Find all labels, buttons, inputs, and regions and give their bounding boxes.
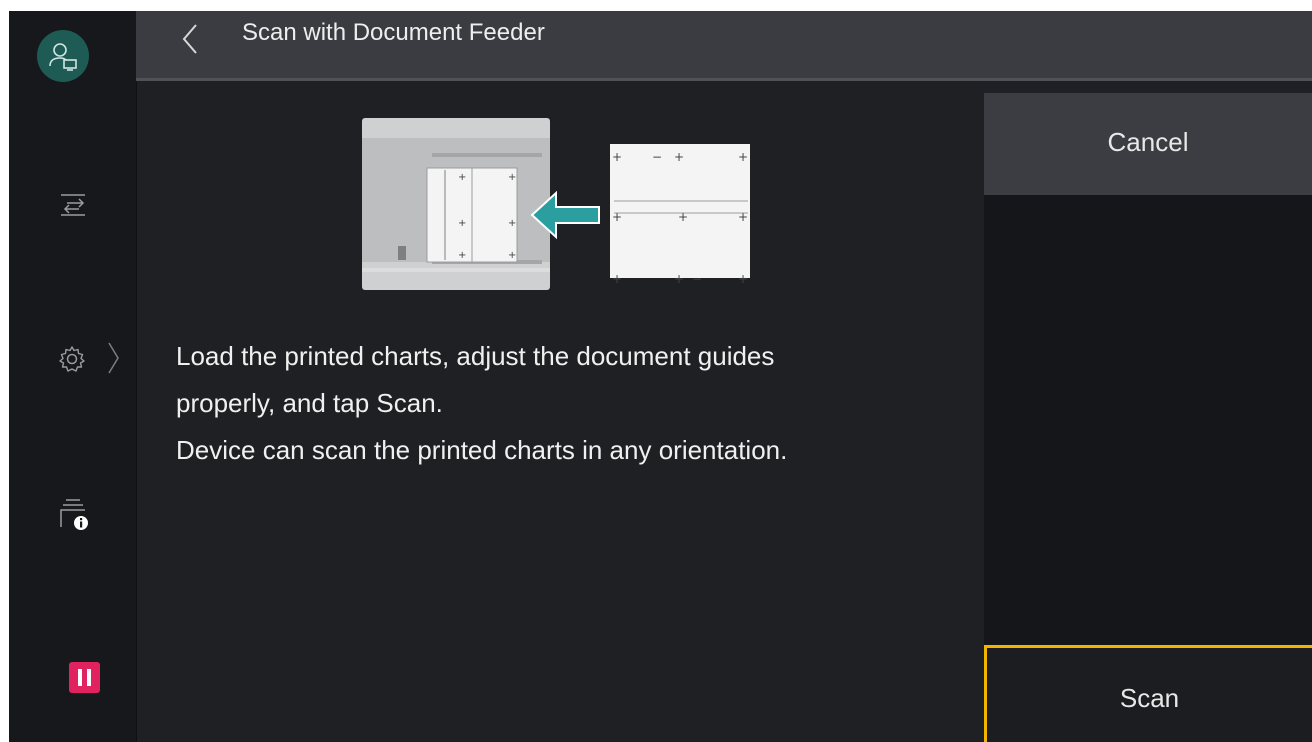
svg-text:+: + [458, 172, 466, 183]
svg-text:−: − [652, 150, 662, 164]
svg-text:+: + [458, 250, 466, 261]
device-screen: Scan with Document Feeder + + + + + + + … [9, 11, 1312, 742]
chevron-left-icon[interactable] [180, 23, 200, 55]
svg-text:+: + [508, 218, 516, 229]
svg-text:+: + [678, 210, 688, 224]
svg-text:+: + [674, 150, 684, 164]
gear-icon[interactable] [57, 344, 87, 374]
printer-info-icon[interactable] [58, 497, 92, 533]
pause-icon [78, 669, 82, 686]
instruction-line: Device can scan the printed charts in an… [176, 435, 788, 465]
instruction-line: properly, and tap Scan. [176, 388, 443, 418]
svg-text:+: + [738, 272, 748, 286]
user-account-button[interactable] [37, 30, 89, 82]
svg-text:+: + [612, 210, 622, 224]
svg-text:+: + [458, 218, 466, 229]
document-feeder-illustration: + + + + + + + − + + + + + + + − + [362, 118, 750, 290]
svg-text:+: + [738, 150, 748, 164]
svg-text:+: + [674, 272, 684, 286]
svg-text:+: + [612, 150, 622, 164]
svg-text:+: + [508, 172, 516, 183]
svg-text:+: + [508, 250, 516, 261]
svg-text:+: + [738, 210, 748, 224]
scan-button[interactable]: Scan [984, 645, 1312, 742]
svg-text:+: + [612, 272, 622, 286]
cancel-button[interactable]: Cancel [984, 93, 1312, 195]
instructions-text: Load the printed charts, adjust the docu… [176, 333, 976, 474]
header-bar: Scan with Document Feeder [136, 11, 1312, 81]
side-rail [9, 11, 137, 742]
chevron-right-icon[interactable] [107, 341, 121, 375]
page-title: Scan with Document Feeder [242, 19, 545, 46]
svg-text:−: − [692, 272, 702, 286]
user-account-icon [49, 43, 77, 71]
action-panel: Cancel Scan [984, 93, 1312, 742]
pause-button[interactable] [69, 662, 100, 693]
switch-arrows-icon[interactable] [58, 190, 88, 220]
instruction-line: Load the printed charts, adjust the docu… [176, 341, 775, 371]
